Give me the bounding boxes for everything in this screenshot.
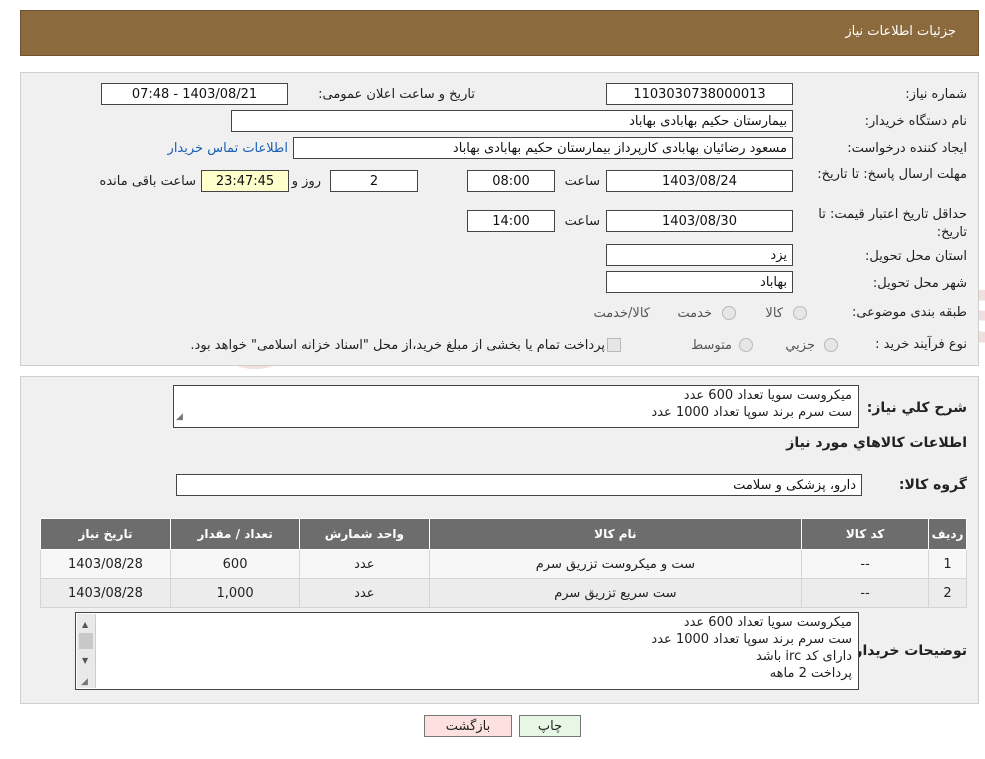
deadline-label: مهلت ارسال پاسخ: تا تاریخ: <box>817 167 967 182</box>
province-field: یزد <box>606 244 793 266</box>
cell-quantity: 1,000 <box>169 578 301 608</box>
buyer-contact-link[interactable]: اطلاعات تماس خریدار <box>168 141 288 156</box>
col-header-unit: واحد شمارش <box>299 518 430 550</box>
category-option-service: خدمت <box>677 306 712 321</box>
category-option-both: کالا/خدمت <box>593 306 650 321</box>
col-header-date: تاریخ نیاز <box>40 518 171 550</box>
back-button[interactable]: بازگشت <box>424 715 512 737</box>
page-title: جزئیات اطلاعات نیاز <box>845 24 956 39</box>
cell-row-number: 1 <box>928 549 967 579</box>
description-label: شرح کلي نياز: <box>866 400 967 416</box>
cell-code: -- <box>801 549 930 579</box>
table-row: 1 -- ست و میکروست تزریق سرم عدد 600 1403… <box>40 549 967 579</box>
page-header: جزئیات اطلاعات نیاز <box>20 10 979 56</box>
buyer-notes-label: توضیحات خریدار: <box>848 643 967 659</box>
remaining-time-field: 23:47:45 <box>201 170 289 192</box>
col-header-name: نام کالا <box>428 518 803 550</box>
city-field: بهاباد <box>606 271 793 293</box>
description-line: میکروست سویا تعداد 600 عدد <box>683 388 852 403</box>
buyer-org-label: نام دستگاه خریدار: <box>864 114 967 129</box>
print-button[interactable]: چاپ <box>519 715 581 737</box>
cell-name: ست سریع تزریق سرم <box>428 578 803 608</box>
items-table: رديف کد کالا نام کالا واحد شمارش تعداد /… <box>40 518 967 608</box>
category-radio-goods[interactable] <box>793 306 807 320</box>
resize-grip-icon[interactable]: ◢ <box>176 409 183 426</box>
goods-group-field: دارو، پزشکی و سلامت <box>176 474 862 496</box>
cell-quantity: 600 <box>169 549 301 579</box>
col-header-row-number: رديف <box>928 518 967 550</box>
goods-group-label: گروه کالا: <box>898 477 967 493</box>
validity-time-field: 14:00 <box>467 210 555 232</box>
need-number-field: 1103030738000013 <box>606 83 793 105</box>
validity-date-field: 1403/08/30 <box>606 210 793 232</box>
announce-datetime-field: 1403/08/21 - 07:48 <box>101 83 288 105</box>
process-option-medium: متوسط <box>691 338 732 353</box>
province-label: استان محل تحویل: <box>865 249 967 264</box>
process-radio-medium[interactable] <box>739 338 753 352</box>
buyer-note-line: ست سرم برند سوپا تعداد 1000 عدد <box>651 632 852 647</box>
city-label: شهر محل تحویل: <box>872 276 967 291</box>
buyer-org-field: بیمارستان حکیم بهابادی بهاباد <box>231 110 793 132</box>
table-row: 2 -- ست سریع تزریق سرم عدد 1,000 1403/08… <box>40 578 967 608</box>
remaining-label: ساعت باقی مانده <box>99 174 196 189</box>
buyer-note-line: پرداخت 2 ماهه <box>769 666 852 681</box>
resize-grip-icon[interactable]: ◢ <box>81 674 88 689</box>
description-textarea: میکروست سویا تعداد 600 عدد ست سرم برند س… <box>173 385 859 428</box>
process-option-partial: جزیي <box>785 338 815 353</box>
days-label: روز و <box>291 174 321 189</box>
notes-scrollbar[interactable]: ▲ ▼ ◢ <box>77 614 96 688</box>
deadline-date-field: 1403/08/24 <box>606 170 793 192</box>
process-label: نوع فرآیند خرید : <box>875 337 967 352</box>
category-radio-service[interactable] <box>722 306 736 320</box>
process-note: پرداخت تمام یا بخشی از مبلغ خرید،از محل … <box>190 338 605 353</box>
buyer-note-line: دارای کد irc باشد <box>755 649 852 664</box>
creator-label: ایجاد کننده درخواست: <box>847 141 967 156</box>
scroll-thumb[interactable] <box>79 633 93 649</box>
days-field: 2 <box>330 170 418 192</box>
items-section-title: اطلاعات کالاهاي مورد نياز <box>786 435 967 451</box>
cell-row-number: 2 <box>928 578 967 608</box>
announce-label: تاریخ و ساعت اعلان عمومی: <box>318 87 475 102</box>
deadline-time-field: 08:00 <box>467 170 555 192</box>
scroll-down-icon[interactable]: ▼ <box>82 652 88 669</box>
col-header-quantity: تعداد / مقدار <box>169 518 301 550</box>
need-number-label: شماره نیاز: <box>905 87 967 102</box>
cell-unit: عدد <box>299 578 430 608</box>
description-line: ست سرم برند سوپا تعداد 1000 عدد <box>651 405 852 420</box>
validity-time-label: ساعت <box>564 214 600 229</box>
cell-code: -- <box>801 578 930 608</box>
process-radio-partial[interactable] <box>824 338 838 352</box>
col-header-code: کد کالا <box>801 518 930 550</box>
creator-field: مسعود رضائیان بهابادی کارپرداز بیمارستان… <box>293 137 793 159</box>
deadline-time-label: ساعت <box>564 174 600 189</box>
buyer-notes-textarea: میکروست سویا تعداد 600 عدد ست سرم برند س… <box>75 612 859 690</box>
cell-name: ست و میکروست تزریق سرم <box>428 549 803 579</box>
cell-date: 1403/08/28 <box>40 549 171 579</box>
category-label: طبقه بندی موضوعی: <box>851 305 967 320</box>
validity-label: حداقل تاریخ اعتبار قیمت: تا تاریخ: <box>818 207 967 240</box>
buyer-note-line: میکروست سویا تعداد 600 عدد <box>683 615 852 630</box>
scroll-up-icon[interactable]: ▲ <box>82 616 88 633</box>
cell-unit: عدد <box>299 549 430 579</box>
table-header-row: رديف کد کالا نام کالا واحد شمارش تعداد /… <box>40 518 967 550</box>
category-option-goods: کالا <box>765 306 783 321</box>
treasury-checkbox[interactable] <box>607 338 621 352</box>
cell-date: 1403/08/28 <box>40 578 171 608</box>
